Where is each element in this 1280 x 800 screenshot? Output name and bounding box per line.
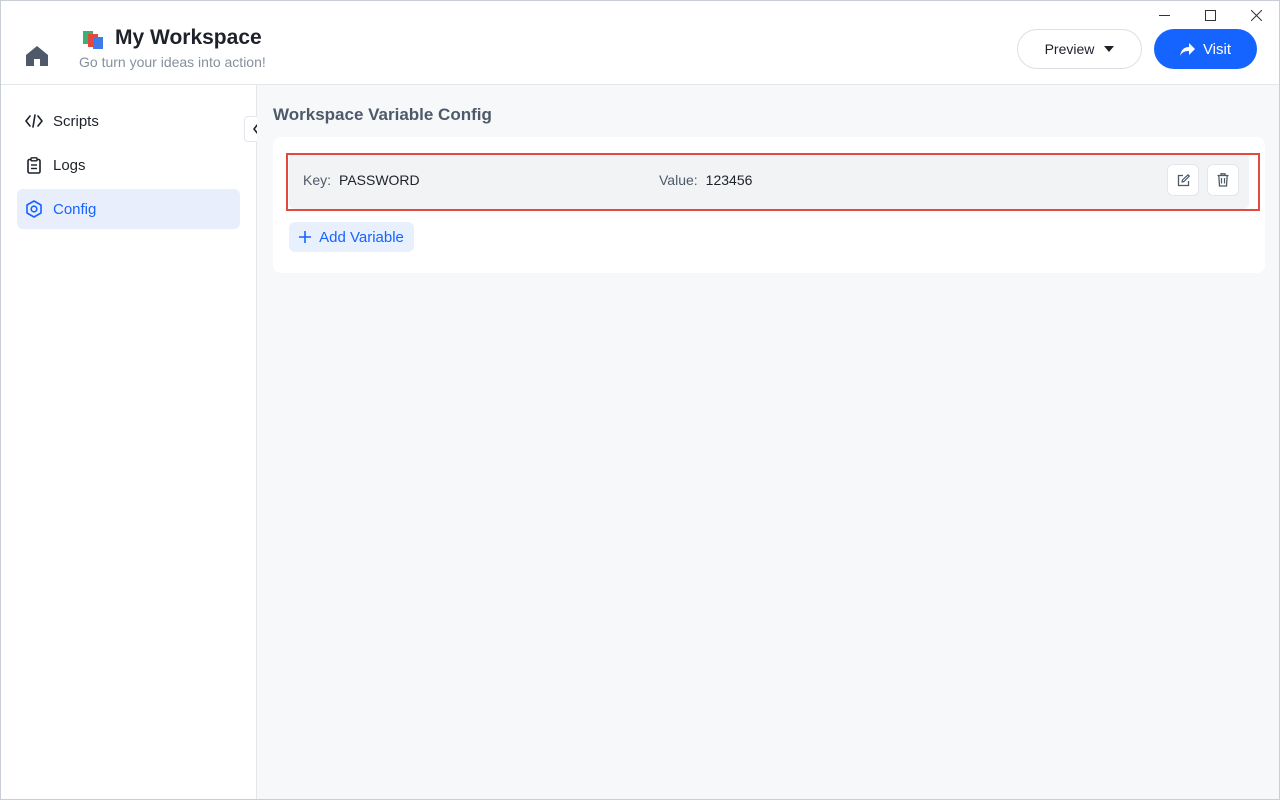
minimize-button[interactable]: [1141, 1, 1187, 29]
close-icon: [1250, 9, 1262, 21]
variable-value: Value: 123456: [659, 172, 752, 188]
sidebar-item-label: Logs: [53, 156, 86, 174]
app-logo: [81, 27, 105, 51]
maximize-icon: [1204, 9, 1216, 21]
close-button[interactable]: [1233, 1, 1279, 29]
visit-button[interactable]: Visit: [1154, 29, 1257, 69]
sidebar-item-label: Config: [53, 200, 97, 218]
page-title: My Workspace: [115, 26, 262, 49]
caret-down-icon: [1104, 46, 1115, 52]
add-variable-button[interactable]: Add Variable: [289, 222, 414, 252]
page-subtitle: Go turn your ideas into action!: [79, 54, 266, 70]
preview-button[interactable]: Preview: [1017, 29, 1142, 69]
preview-label: Preview: [1044, 41, 1095, 57]
hexagon-gear-icon: [25, 200, 43, 218]
clipboard-icon: [25, 156, 43, 174]
sidebar: Scripts Logs Config: [1, 85, 257, 799]
value-value: 123456: [705, 172, 753, 188]
row-actions: [1167, 164, 1239, 196]
app-header: My Workspace Go turn your ideas into act…: [1, 1, 1279, 85]
edit-variable-button[interactable]: [1167, 164, 1199, 196]
key-value: PASSWORD: [339, 172, 420, 188]
add-variable-label: Add Variable: [319, 228, 404, 246]
variable-row: Key: PASSWORD Value: 123456: [289, 153, 1249, 209]
share-arrow-icon: [1179, 42, 1195, 56]
visit-label: Visit: [1202, 40, 1232, 58]
sidebar-item-logs[interactable]: Logs: [17, 145, 240, 185]
key-label: Key:: [303, 172, 332, 188]
value-label: Value:: [659, 172, 698, 188]
variable-key: Key: PASSWORD: [303, 172, 420, 188]
main-content: Workspace Variable Config Key: PASSWORD V…: [257, 85, 1279, 799]
variable-config-card: Key: PASSWORD Value: 123456 Add Variable: [273, 137, 1265, 273]
section-title: Workspace Variable Config: [273, 105, 492, 124]
code-icon: [25, 112, 43, 130]
minimize-icon: [1158, 14, 1170, 16]
edit-icon: [1177, 173, 1190, 186]
home-button[interactable]: [23, 43, 51, 69]
maximize-button[interactable]: [1187, 1, 1233, 29]
sidebar-item-config[interactable]: Config: [17, 189, 240, 229]
home-icon: [26, 46, 48, 66]
sidebar-item-scripts[interactable]: Scripts: [17, 101, 240, 141]
app-window: My Workspace Go turn your ideas into act…: [0, 0, 1280, 800]
window-controls: [1141, 1, 1279, 29]
sidebar-item-label: Scripts: [53, 112, 99, 130]
delete-variable-button[interactable]: [1207, 164, 1239, 196]
plus-icon: [299, 231, 312, 243]
trash-icon: [1217, 173, 1229, 187]
